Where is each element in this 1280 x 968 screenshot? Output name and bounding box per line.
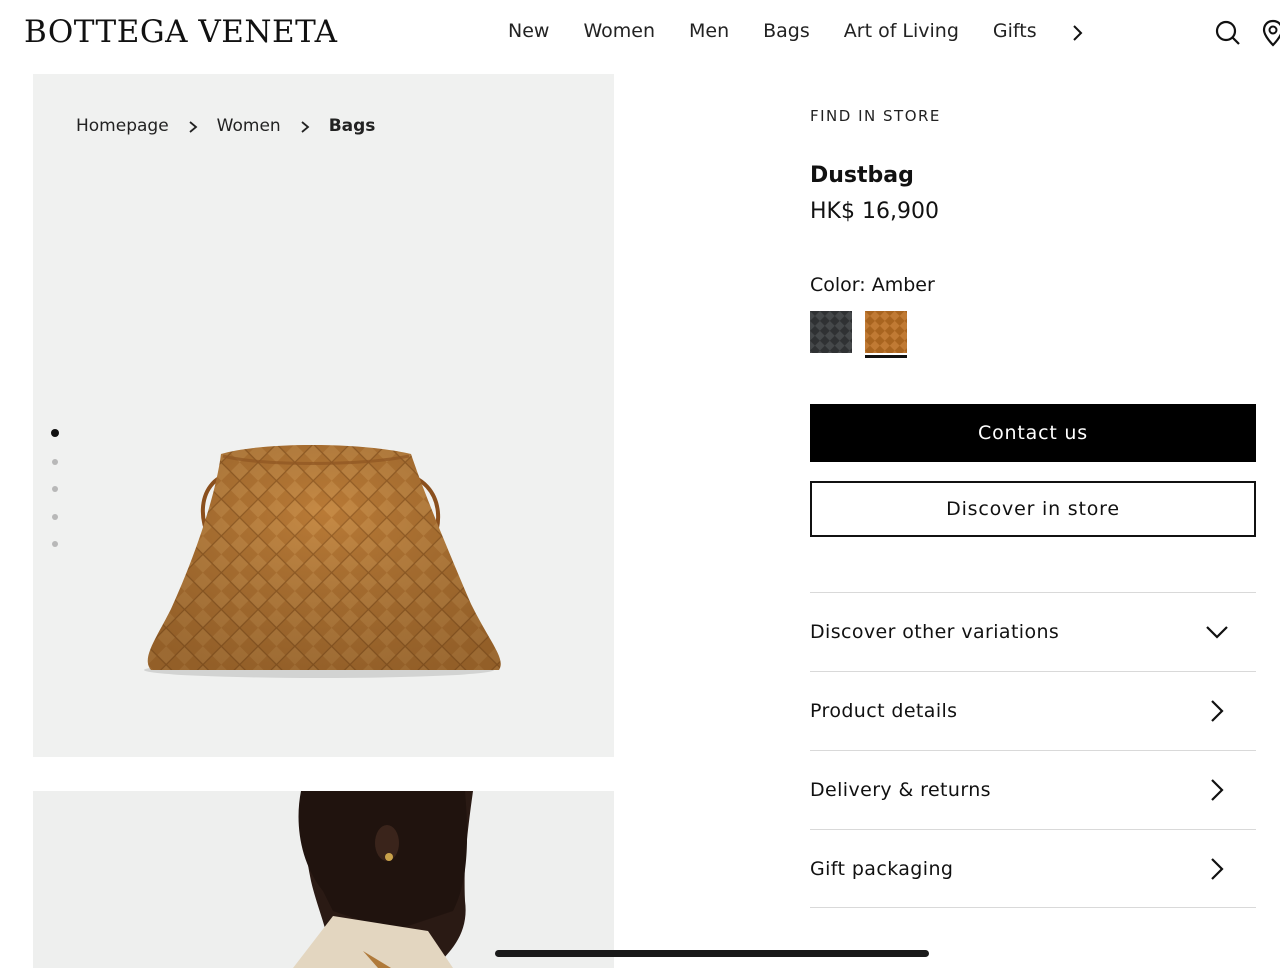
accordion-label: Discover other variations [810,621,1060,643]
gallery-dot[interactable] [52,541,58,547]
nav-next-icon[interactable] [1068,23,1088,43]
site-header: BOTTEGA VENETA New Women Men Bags Art of… [0,0,1280,70]
nav-item-art-of-living[interactable]: Art of Living [844,20,959,42]
swatch-amber[interactable] [865,311,907,353]
store-locator-icon[interactable] [1262,19,1280,47]
breadcrumb-women[interactable]: Women [217,116,281,136]
gallery-dot[interactable] [52,513,58,520]
contact-us-button[interactable]: Contact us [810,404,1256,462]
gallery-dot[interactable] [51,429,59,437]
product-price: HK$ 16,900 [810,199,939,224]
discover-in-store-button[interactable]: Discover in store [810,481,1256,537]
accordion-label: Gift packaging [810,857,954,880]
product-title: Dustbag [810,163,914,188]
breadcrumb-chevron-icon [301,121,310,133]
breadcrumb-homepage[interactable]: Homepage [76,116,169,136]
accordion-label: Delivery & returns [810,779,991,801]
accordion-other-variations[interactable]: Discover other variations [810,592,1256,671]
chevron-right-icon [1211,857,1224,880]
accordion-gift-packaging[interactable]: Gift packaging [810,829,1256,908]
swatch-black[interactable] [810,311,852,353]
main-nav: New Women Men Bags Art of Living Gifts [508,20,1071,42]
accordion-label: Product details [810,700,958,722]
model-image[interactable] [33,791,614,968]
gallery-pagination [51,429,59,569]
chevron-down-icon [1206,626,1228,639]
chevron-right-icon [1211,779,1224,801]
product-gallery-model [33,791,614,968]
nav-item-gifts[interactable]: Gifts [993,20,1037,42]
product-image[interactable] [111,444,521,684]
breadcrumb: Homepage Women Bags [76,116,375,136]
accordion-product-details[interactable]: Product details [810,671,1256,750]
home-indicator[interactable] [495,950,929,957]
gallery-dot[interactable] [52,458,58,465]
selected-swatch-indicator [865,355,907,358]
breadcrumb-chevron-icon [189,121,198,133]
nav-item-new[interactable]: New [508,20,549,42]
nav-item-women[interactable]: Women [583,20,655,42]
search-icon[interactable] [1214,19,1242,47]
breadcrumb-current: Bags [328,116,376,136]
nav-item-men[interactable]: Men [689,20,729,42]
gallery-dot[interactable] [52,486,58,492]
nav-item-bags[interactable]: Bags [763,20,810,42]
color-label: Color: Amber [810,274,935,296]
accordion-delivery-returns[interactable]: Delivery & returns [810,750,1256,829]
chevron-right-icon [1211,700,1224,722]
find-in-store-label[interactable]: FIND IN STORE [810,107,941,125]
product-gallery: Homepage Women Bags [33,74,614,757]
brand-logo[interactable]: BOTTEGA VENETA [24,14,337,50]
